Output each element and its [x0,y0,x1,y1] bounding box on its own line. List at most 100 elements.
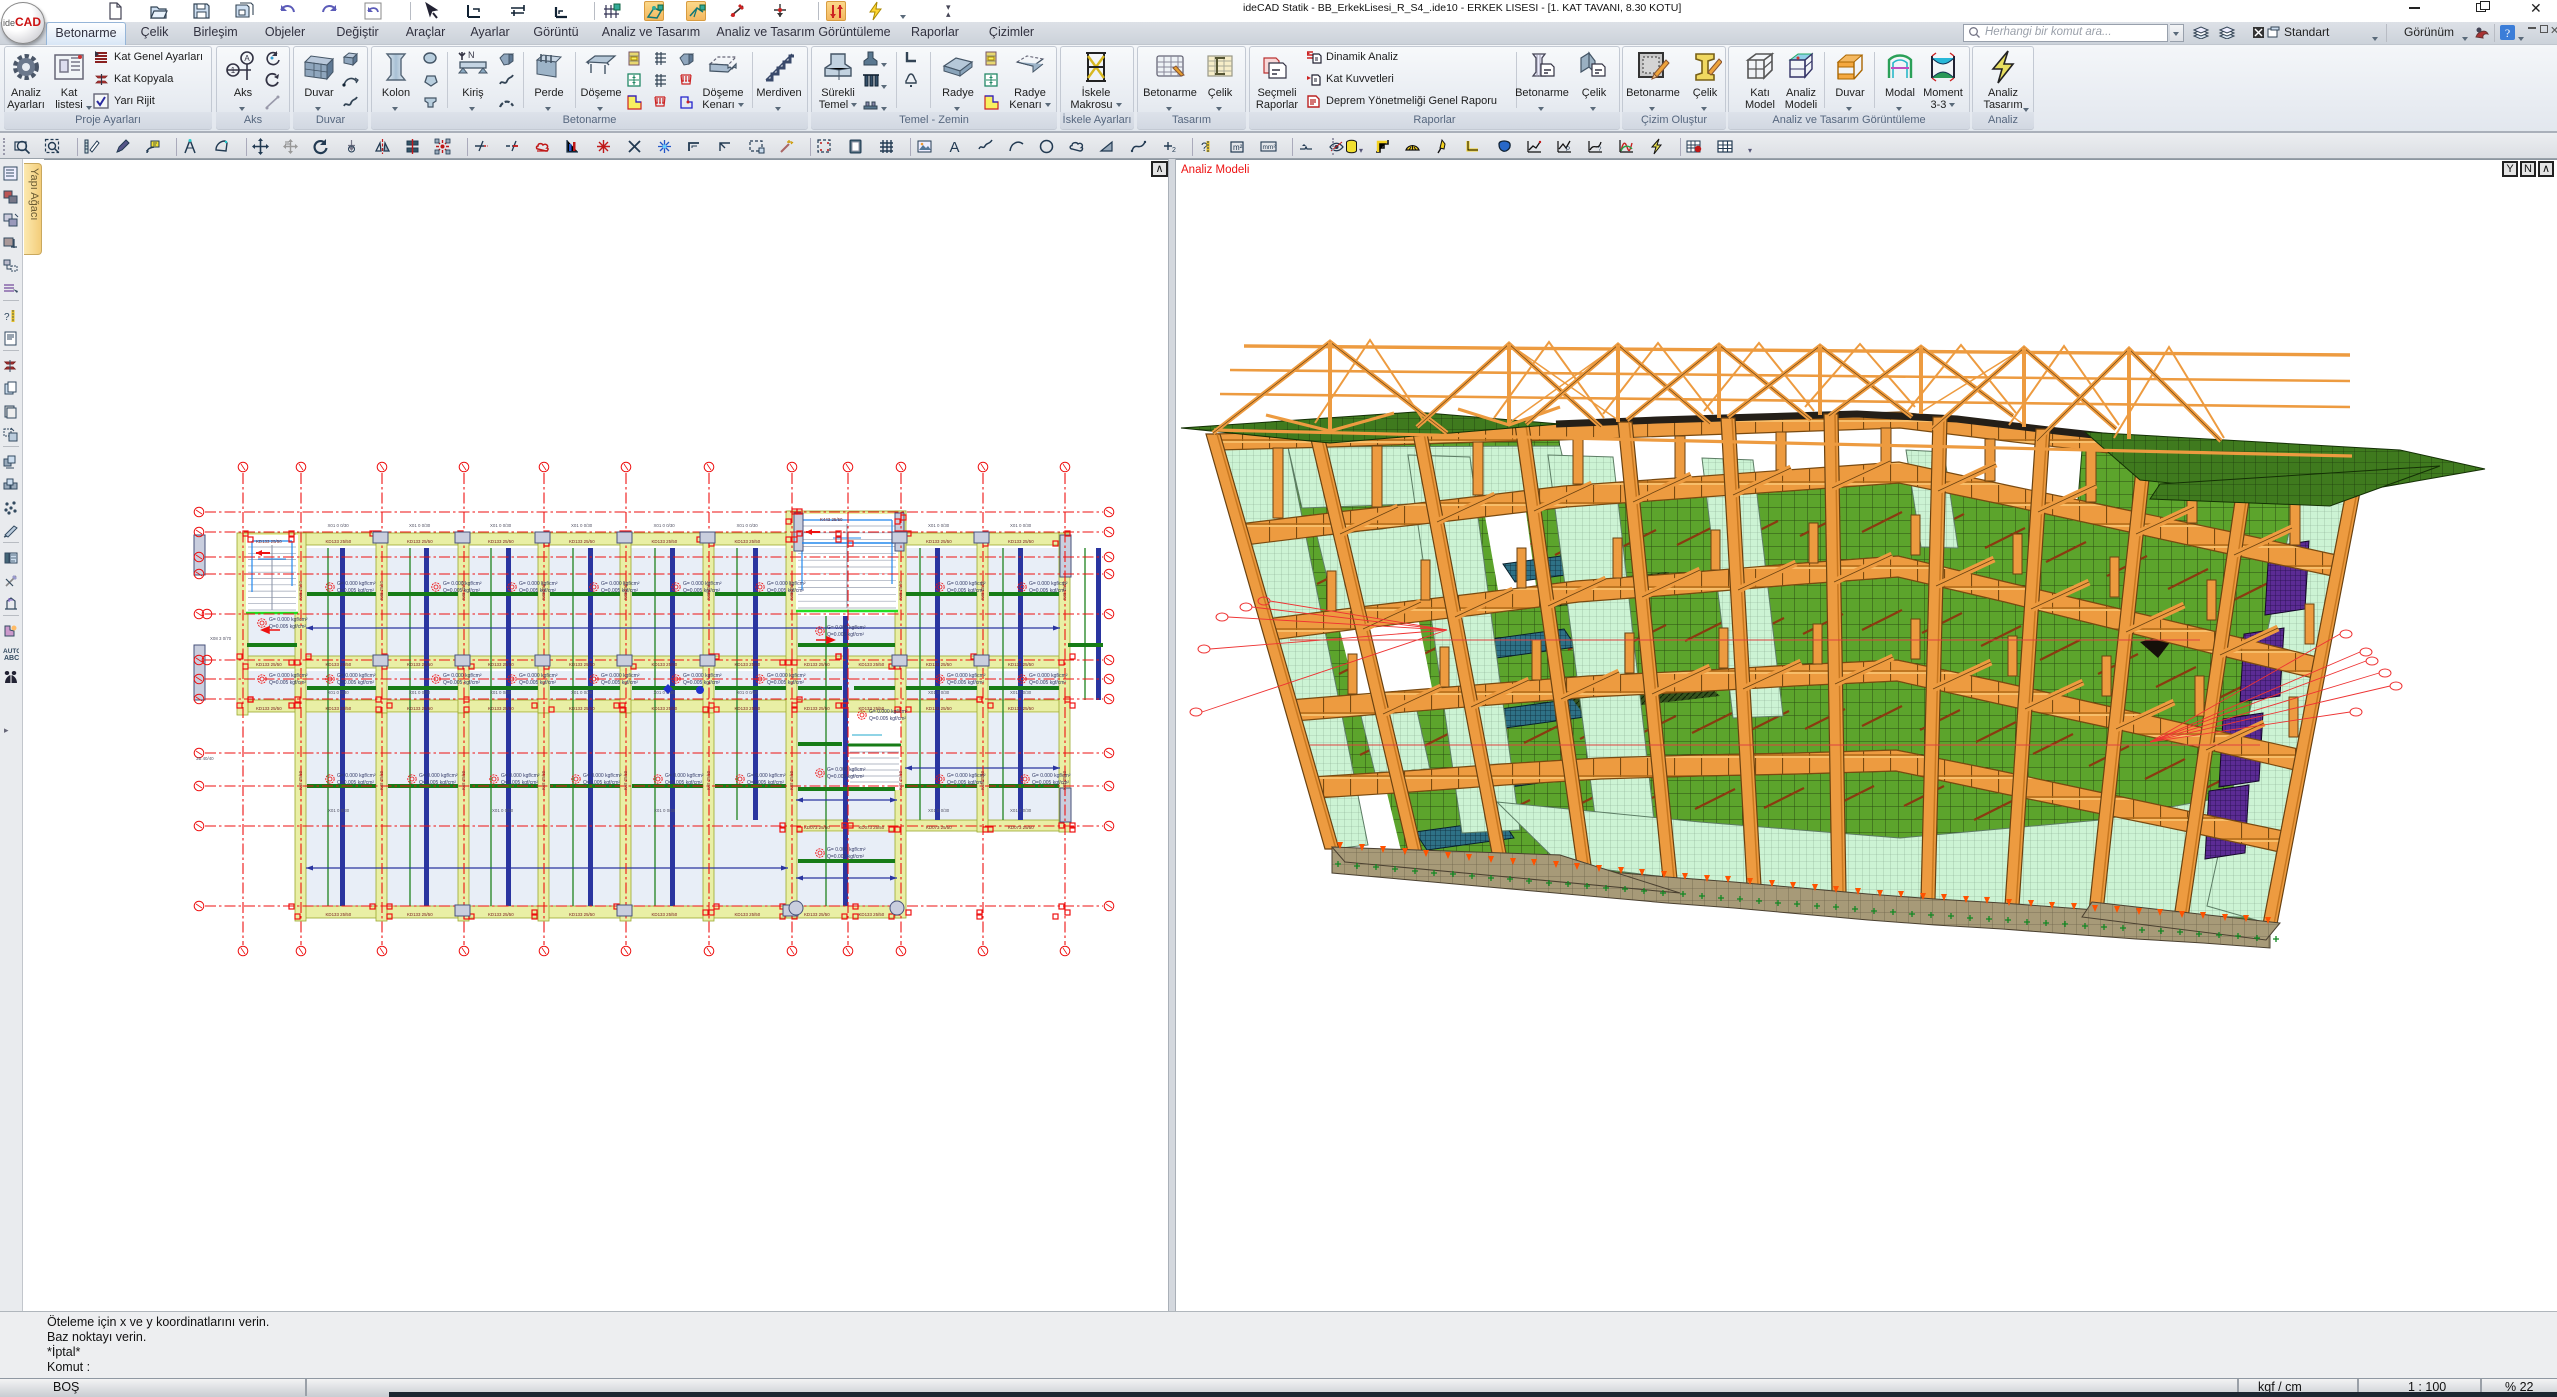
svg-text:X01 0 0/30: X01 0 0/30 [328,808,350,813]
svg-text:G= 0.000 kgf/cm²: G= 0.000 kgf/cm² [827,625,866,631]
svg-text:KD133 25/50: KD133 25/50 [326,912,352,917]
svg-text:KD133 25/50: KD133 25/50 [652,539,678,544]
svg-text:Q=0.005 kgf/cm²: Q=0.005 kgf/cm² [683,588,720,594]
svg-text:G= 0.000 kgf/cm²: G= 0.000 kgf/cm² [747,773,786,779]
svg-text:K48 25/50: K48 25/50 [461,770,466,790]
svg-text:2: 2 [1172,147,1176,154]
svg-text:KD133 25/50: KD133 25/50 [407,706,433,711]
svg-text:G= 0.000 kgf/cm²: G= 0.000 kgf/cm² [683,673,722,679]
svg-text:K48 25/50: K48 25/50 [461,580,466,600]
svg-text:KD073 25/50: KD073 25/50 [926,825,952,830]
svg-text:X08 3 0/70: X08 3 0/70 [210,636,232,641]
svg-text:KD133 25/50: KD133 25/50 [1008,662,1034,667]
svg-text:Q=0.005 kgf/cm²: Q=0.005 kgf/cm² [947,680,984,686]
svg-text:KD133 25/50: KD133 25/50 [804,912,830,917]
svg-text:G= 0.000 kgf/cm²: G= 0.000 kgf/cm² [519,673,558,679]
svg-text:K48 25/50: K48 25/50 [379,770,384,790]
svg-text:KD133 25/50: KD133 25/50 [1008,706,1034,711]
svg-text:KD133 25/50: KD133 25/50 [735,912,761,917]
svg-text:G= 0.000 kgf/cm²: G= 0.000 kgf/cm² [665,773,704,779]
svg-text:KD133 25/50: KD133 25/50 [326,662,352,667]
svg-text:Q=0.005 kgf/cm²: Q=0.005 kgf/cm² [601,588,638,594]
svg-text:KD133 25/50: KD133 25/50 [652,706,678,711]
svg-text:Q=0.005 kgf/cm²: Q=0.005 kgf/cm² [683,680,720,686]
svg-text:KD133 25/50: KD133 25/50 [926,662,952,667]
svg-text:X01 0 0/30: X01 0 0/30 [928,808,950,813]
svg-text:X01 0 0/30: X01 0 0/30 [490,523,512,528]
svg-text:KD133 25/50: KD133 25/50 [569,706,595,711]
svg-text:Q=0.005 kgf/cm²: Q=0.005 kgf/cm² [583,780,620,786]
svg-text:G= 0.000 kgf/cm²: G= 0.000 kgf/cm² [683,581,722,587]
svg-text:KD133 25/50: KD133 25/50 [488,539,514,544]
svg-text:Q=0.005 kgf/cm²: Q=0.005 kgf/cm² [337,780,374,786]
svg-text:KD133 25/50: KD133 25/50 [407,912,433,917]
svg-text:KD133 25/50: KD133 25/50 [256,539,282,544]
svg-text:Q=0.005 kgf/cm²: Q=0.005 kgf/cm² [269,624,306,630]
svg-text:Q=0.005 kgf/cm²: Q=0.005 kgf/cm² [1029,680,1066,686]
svg-text:m²: m² [1233,143,1243,152]
svg-text:G= 0.000 kgf/cm²: G= 0.000 kgf/cm² [767,581,806,587]
svg-text:KD133 25/50: KD133 25/50 [488,662,514,667]
svg-text:Q=0.005 kgf/cm²: Q=0.005 kgf/cm² [947,588,984,594]
svg-text:K48 25/50: K48 25/50 [980,580,985,600]
svg-text:X01 0 0/30: X01 0 0/30 [928,690,950,695]
svg-text:X01 0 0/30: X01 0 0/30 [1010,808,1032,813]
svg-text:K48 25/50: K48 25/50 [706,580,711,600]
svg-text:Q=0.005 kgf/cm²: Q=0.005 kgf/cm² [519,588,556,594]
svg-text:KD133 25/50: KD133 25/50 [1008,539,1034,544]
svg-text:G= 0.000 kgf/cm²: G= 0.000 kgf/cm² [767,673,806,679]
svg-text:KD133 25/50: KD133 25/50 [326,539,352,544]
svg-text:Q=0.005 kgf/cm²: Q=0.005 kgf/cm² [767,680,804,686]
svg-text:X01 0 0/30: X01 0 0/30 [1010,690,1032,695]
svg-text:A: A [949,139,959,155]
svg-text:KD133 25/50: KD133 25/50 [569,539,595,544]
svg-text:G= 0.000 kgf/cm²: G= 0.000 kgf/cm² [947,673,986,679]
svg-text:Q=0.005 kgf/cm²: Q=0.005 kgf/cm² [665,780,702,786]
svg-text:Q=0.005 kgf/cm²: Q=0.005 kgf/cm² [269,680,306,686]
svg-text:KD133 25/50: KD133 25/50 [326,706,352,711]
svg-text:KD133 25/50: KD133 25/50 [256,662,282,667]
svg-text:KD133 25/50: KD133 25/50 [569,912,595,917]
svg-text:KD133 25/50: KD133 25/50 [407,539,433,544]
svg-text:KD133 25/50: KD133 25/50 [926,539,952,544]
svg-text:X01 0 0/30: X01 0 0/30 [492,808,514,813]
svg-text:X01 0 0/30: X01 0 0/30 [409,523,431,528]
svg-text:G= 0.000 kgf/cm²: G= 0.000 kgf/cm² [269,673,308,679]
svg-text:Q=0.005 kgf/cm²: Q=0.005 kgf/cm² [869,716,906,722]
svg-text:KD073 25/50: KD073 25/50 [859,825,885,830]
svg-text:Q=0.005 kgf/cm²: Q=0.005 kgf/cm² [827,774,864,780]
svg-text:K48 25/50: K48 25/50 [980,770,985,790]
svg-text:N: N [468,50,475,60]
svg-text:K48 25/50: K48 25/50 [623,580,628,600]
svg-text:KD073 25/50: KD073 25/50 [1008,825,1034,830]
svg-text:KD133 25/50: KD133 25/50 [859,662,885,667]
svg-text:Q=0.005 kgf/cm²: Q=0.005 kgf/cm² [337,680,374,686]
svg-text:K48 25/50: K48 25/50 [541,770,546,790]
svg-text:G= 0.000 kgf/cm²: G= 0.000 kgf/cm² [501,773,540,779]
svg-text:KD073 25/50: KD073 25/50 [804,825,830,830]
svg-text:K48 25/50: K48 25/50 [379,580,384,600]
svg-text:X01 0 0/30: X01 0 0/30 [737,523,759,528]
svg-text:K48 25/50: K48 25/50 [623,770,628,790]
svg-text:K48 25/50: K48 25/50 [298,770,303,790]
svg-text:G= 0.000 kgf/cm²: G= 0.000 kgf/cm² [601,673,640,679]
svg-text:Q=0.005 kgf/cm²: Q=0.005 kgf/cm² [337,588,374,594]
svg-text:KD133 25/50: KD133 25/50 [488,912,514,917]
svg-text:G= 0.000 kgf/cm²: G= 0.000 kgf/cm² [583,773,622,779]
svg-text:X01 0 0/30: X01 0 0/30 [490,690,512,695]
svg-text:K443 25/50: K443 25/50 [820,517,843,522]
svg-text:X01 0 0/30: X01 0 0/30 [409,690,431,695]
svg-text:KD133 25/50: KD133 25/50 [488,706,514,711]
svg-text:K48 25/50: K48 25/50 [789,580,794,600]
svg-text:X01 0 0/30: X01 0 0/30 [654,690,676,695]
svg-text:G= 0.000 kgf/cm²: G= 0.000 kgf/cm² [337,773,376,779]
svg-text:G= 0.000 kgf/cm²: G= 0.000 kgf/cm² [827,767,866,773]
svg-text:X01 0 0/30: X01 0 0/30 [654,523,676,528]
svg-text:G= 0.000 kgf/cm²: G= 0.000 kgf/cm² [443,673,482,679]
svg-text:Q=0.005 kgf/cm²: Q=0.005 kgf/cm² [747,780,784,786]
svg-text:KD133 25/50: KD133 25/50 [569,662,595,667]
svg-text:KD133 25/50: KD133 25/50 [652,912,678,917]
svg-text:KD133 25/50: KD133 25/50 [859,706,885,711]
svg-text:G= 0.000 kgf/cm²: G= 0.000 kgf/cm² [601,581,640,587]
svg-text:?: ? [2505,26,2510,40]
